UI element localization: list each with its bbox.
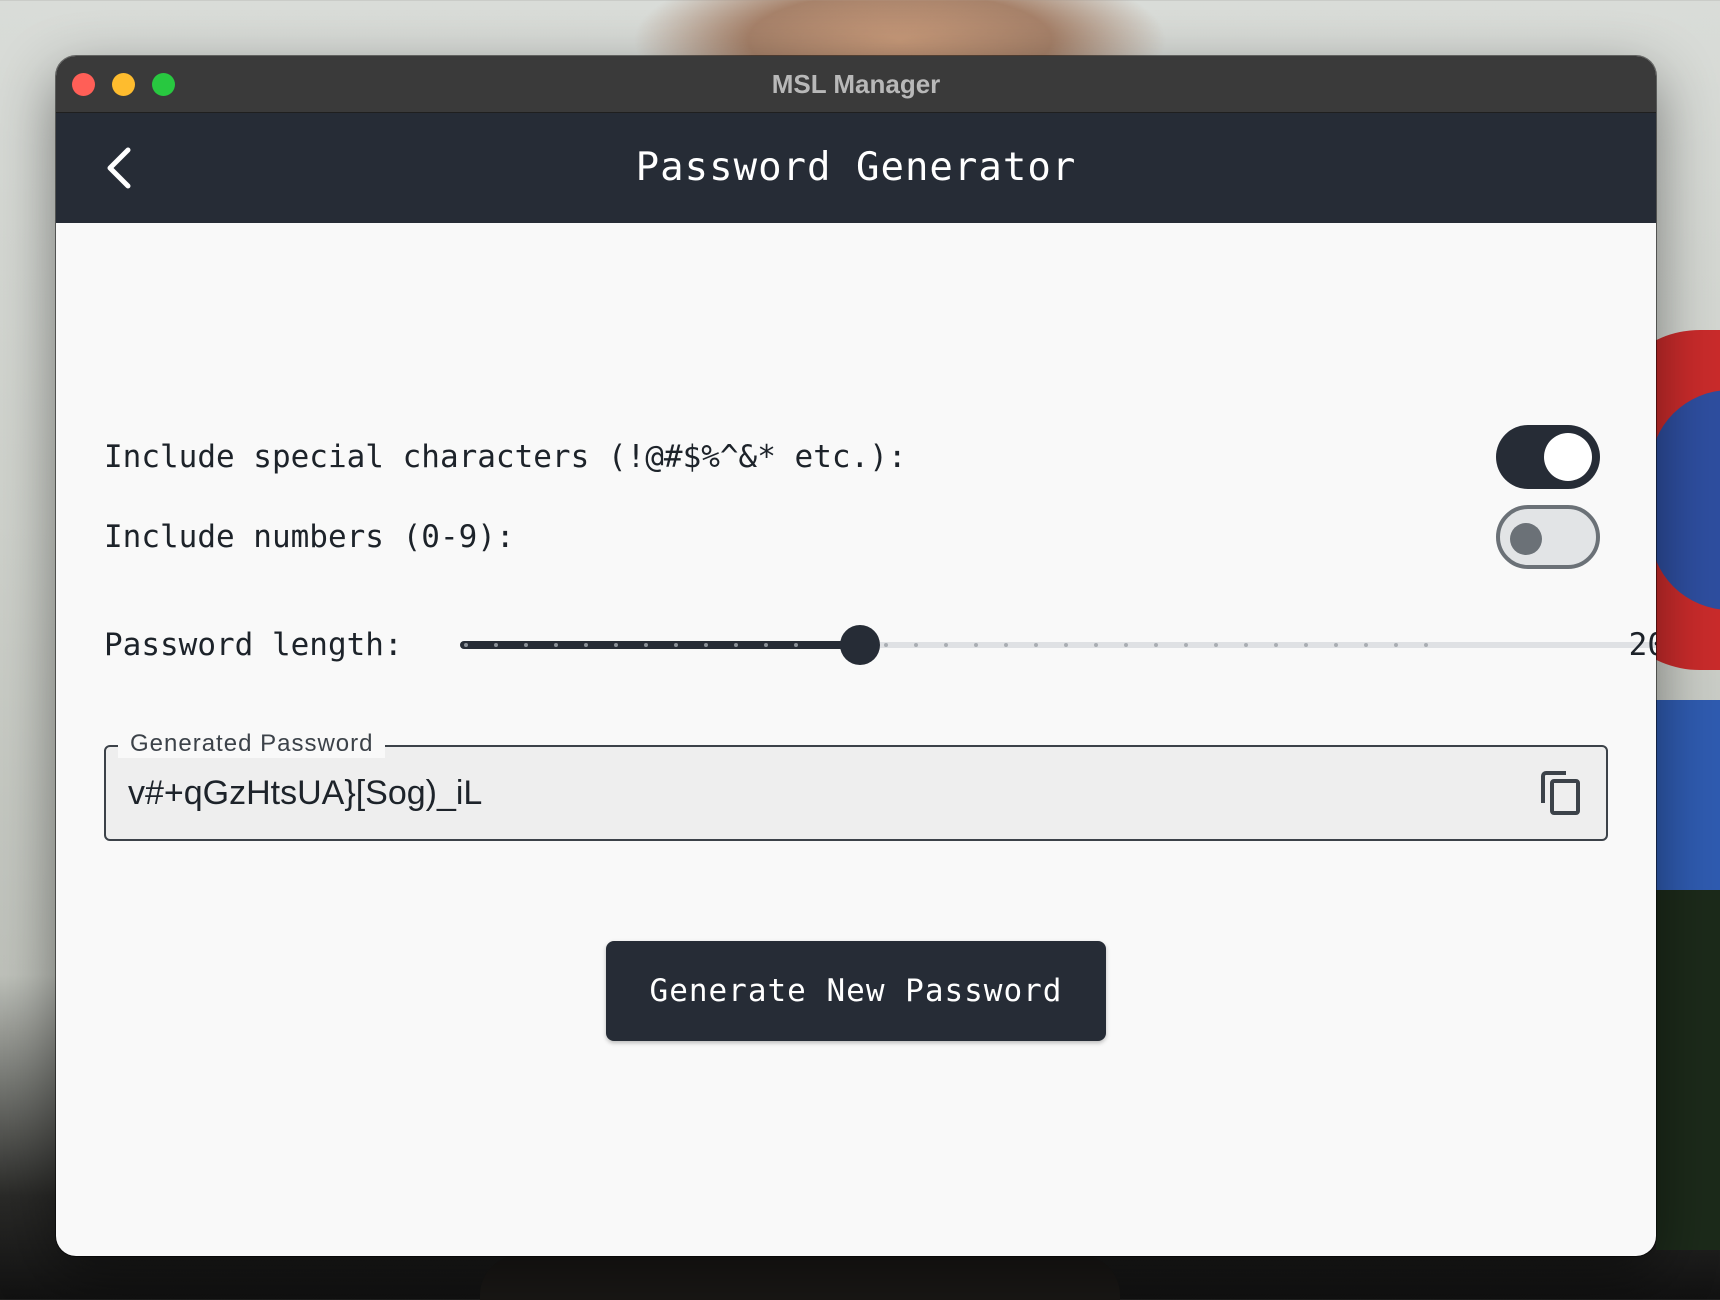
background-shape: [480, 1255, 1120, 1300]
generated-password-input[interactable]: [128, 747, 1428, 839]
slider-tick: [494, 643, 498, 647]
slider-tick: [764, 643, 768, 647]
slider-thumb[interactable]: [840, 625, 880, 665]
password-length-value: 20: [1628, 627, 1656, 663]
copy-icon: [1541, 771, 1580, 815]
special-chars-label: Include special characters (!@#$%^&* etc…: [104, 439, 907, 475]
slider-tick: [1184, 643, 1188, 647]
slider-tick: [1304, 643, 1308, 647]
generate-password-button[interactable]: Generate New Password: [606, 941, 1106, 1041]
slider-tick: [704, 643, 708, 647]
slider-tick: [1424, 643, 1428, 647]
slider-tick: [464, 643, 468, 647]
title-bar: MSL Manager: [56, 56, 1656, 113]
slider-tick: [1394, 643, 1398, 647]
app-window: MSL Manager Password Generator Include s…: [56, 56, 1656, 1256]
background-panel: [1656, 700, 1720, 890]
toggle-knob: [1510, 523, 1542, 555]
app-bar: Password Generator: [56, 113, 1656, 223]
slider-tick: [644, 643, 648, 647]
copy-button[interactable]: [1538, 769, 1584, 817]
slider-tick: [614, 643, 618, 647]
slider-tick: [794, 643, 798, 647]
slider-tick: [1004, 643, 1008, 647]
slider-tick: [1274, 643, 1278, 647]
slider-tick: [1034, 643, 1038, 647]
slider-track-inactive: [860, 642, 1656, 648]
generated-password-field[interactable]: Generated Password: [104, 730, 1608, 841]
slider-tick: [1094, 643, 1098, 647]
slider-tick: [734, 643, 738, 647]
slider-tick: [914, 643, 918, 647]
slider-tick: [884, 643, 888, 647]
slider-tick: [1064, 643, 1068, 647]
special-chars-toggle[interactable]: [1496, 425, 1600, 489]
password-length-slider[interactable]: [460, 625, 1656, 665]
slider-tick: [1364, 643, 1368, 647]
slider-tick: [974, 643, 978, 647]
slider-tick: [584, 643, 588, 647]
slider-track-active: [460, 641, 860, 649]
slider-tick: [944, 643, 948, 647]
slider-tick: [674, 643, 678, 647]
slider-tick: [1154, 643, 1158, 647]
generator-form: Include special characters (!@#$%^&* etc…: [56, 223, 1656, 1256]
slider-tick: [524, 643, 528, 647]
window-title: MSL Manager: [771, 69, 941, 99]
background-foliage: [1656, 890, 1720, 1250]
slider-tick: [1244, 643, 1248, 647]
slider-tick: [554, 643, 558, 647]
slider-tick: [1334, 643, 1338, 647]
password-length-label: Password length:: [104, 627, 403, 663]
page-title: Password Generator: [635, 145, 1077, 190]
toggle-knob: [1544, 433, 1592, 481]
slider-tick: [1214, 643, 1218, 647]
numbers-toggle[interactable]: [1496, 505, 1600, 569]
slider-tick: [1124, 643, 1128, 647]
numbers-label: Include numbers (0-9):: [104, 519, 515, 555]
